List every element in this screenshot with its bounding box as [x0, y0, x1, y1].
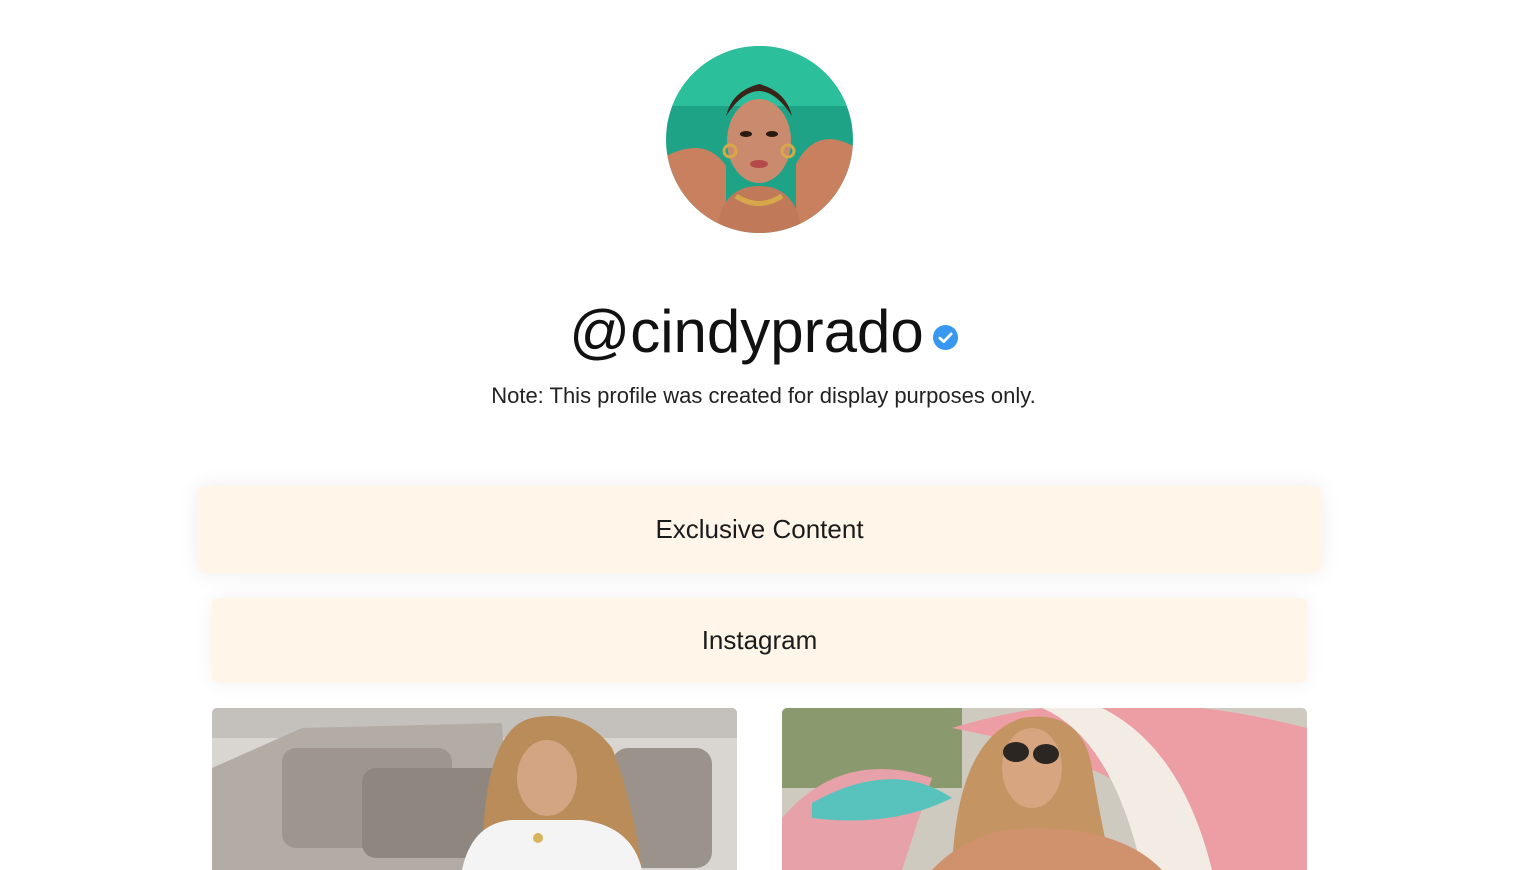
handle-row: @cindyprado	[0, 296, 1527, 368]
profile-note: Note: This profile was created for displ…	[491, 383, 1036, 408]
profile-avatar[interactable]	[666, 46, 853, 233]
media-photo-couch[interactable]	[212, 708, 737, 870]
profile-handle: @cindyprado	[569, 298, 924, 365]
media-photo-beach-umbrella[interactable]	[782, 708, 1307, 870]
profile-page: @cindyprado Note: This profile was creat…	[0, 0, 1527, 870]
photo-beach-umbrella-image	[782, 708, 1307, 870]
exclusive-content-label: Exclusive Content	[655, 514, 864, 544]
photo-couch-image	[212, 708, 737, 870]
instagram-button[interactable]: Instagram	[212, 598, 1307, 683]
instagram-label: Instagram	[701, 625, 818, 655]
exclusive-content-button[interactable]: Exclusive Content	[198, 486, 1321, 573]
verified-badge-icon	[932, 324, 958, 350]
avatar-image	[666, 46, 853, 233]
